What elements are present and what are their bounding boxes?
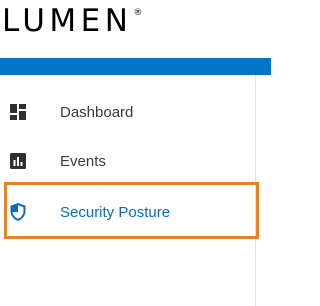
- sidebar-item-label: Security Posture: [60, 203, 171, 221]
- header-bar: [0, 58, 271, 75]
- sidebar-item-events[interactable]: Events: [0, 141, 255, 181]
- shield-icon: [10, 203, 26, 221]
- sidebar-nav: Dashboard Events Security Posture: [0, 75, 255, 306]
- logo-wordmark: LUMEN: [2, 3, 133, 39]
- sidebar-item-label: Dashboard: [60, 103, 134, 121]
- lumen-logo: LUMEN ®: [2, 2, 142, 42]
- registered-trademark: ®: [133, 8, 143, 18]
- sidebar-item-label: Events: [60, 152, 106, 170]
- sidebar-item-dashboard[interactable]: Dashboard: [0, 92, 255, 132]
- bar-chart-icon: [10, 153, 26, 169]
- sidebar-item-security-posture[interactable]: Security Posture: [0, 192, 255, 232]
- main-content-area: [256, 75, 271, 306]
- app-frame: LUMEN ® Dashboard Events Security Postur…: [0, 0, 271, 306]
- dashboard-icon: [10, 104, 26, 120]
